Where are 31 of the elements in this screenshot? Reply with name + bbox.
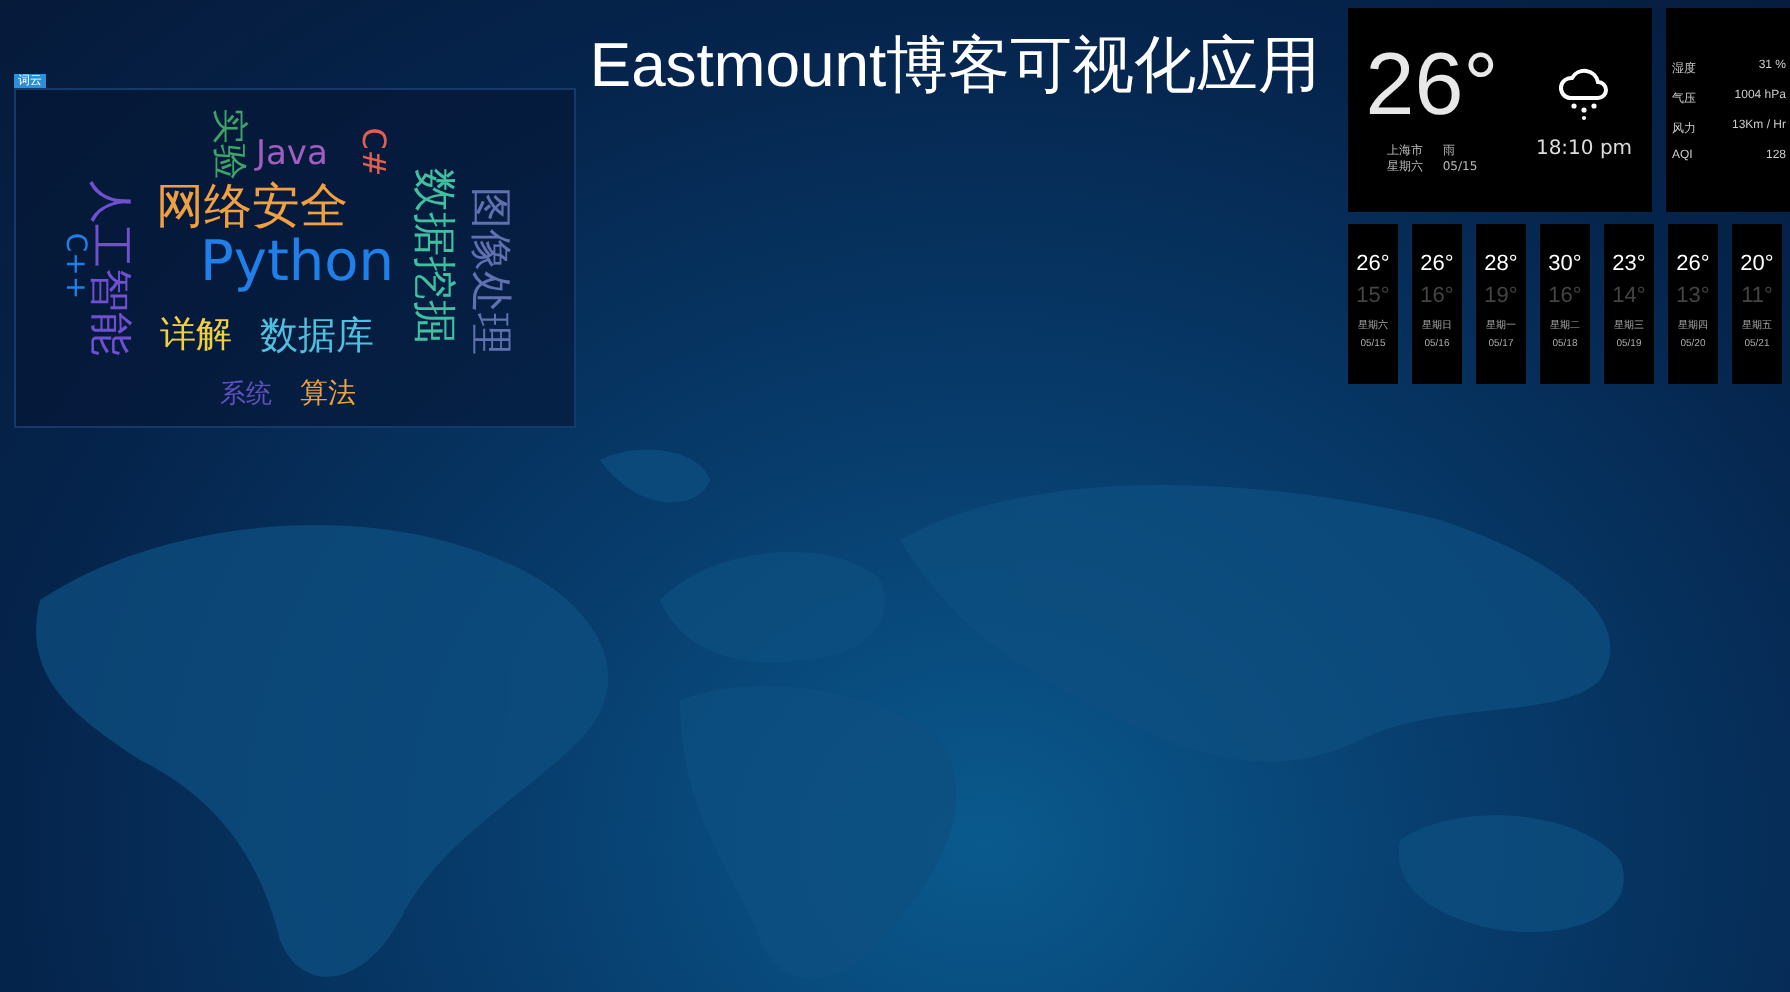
cloud-word: 实验 bbox=[210, 108, 246, 180]
cloud-word: C++ bbox=[61, 232, 90, 300]
low-temperature: 16° bbox=[1420, 284, 1454, 308]
high-temperature: 28° bbox=[1484, 252, 1518, 276]
cloud-word: 数据挖掘 bbox=[410, 168, 454, 344]
low-temperature: 14° bbox=[1612, 284, 1646, 308]
low-temperature: 16° bbox=[1548, 284, 1582, 308]
cloud-word: 数据库 bbox=[260, 318, 374, 356]
cloud-word: 系统 bbox=[220, 382, 272, 408]
cloud-word: Java bbox=[256, 138, 328, 172]
current-time: 18:10 pm bbox=[1535, 136, 1633, 164]
low-temperature: 13° bbox=[1676, 284, 1710, 308]
cloud-word: Python bbox=[200, 234, 395, 290]
low-temperature: 15° bbox=[1356, 284, 1390, 308]
cloud-word: 详解 bbox=[160, 318, 232, 354]
low-temperature: 19° bbox=[1484, 284, 1518, 308]
high-temperature: 26° bbox=[1420, 252, 1454, 276]
cloud-word: 图像处理 bbox=[469, 187, 511, 355]
cloud-word: 人工智能 bbox=[86, 180, 130, 356]
low-temperature: 11° bbox=[1741, 284, 1773, 308]
high-temperature: 26° bbox=[1676, 252, 1710, 276]
high-temperature: 30° bbox=[1548, 252, 1582, 276]
high-temperature: 23° bbox=[1612, 252, 1646, 276]
rain-cloud-icon bbox=[1556, 68, 1612, 120]
page-title: Eastmount博客可视化应用 bbox=[589, 28, 1321, 100]
cloud-word: 网络安全 bbox=[156, 182, 348, 230]
high-temperature: 26° bbox=[1356, 252, 1390, 276]
current-temperature: 26° bbox=[1365, 36, 1499, 136]
high-temperature: 20° bbox=[1740, 252, 1774, 276]
cloud-word: 算法 bbox=[300, 380, 356, 408]
cloud-word: C# bbox=[356, 127, 389, 177]
